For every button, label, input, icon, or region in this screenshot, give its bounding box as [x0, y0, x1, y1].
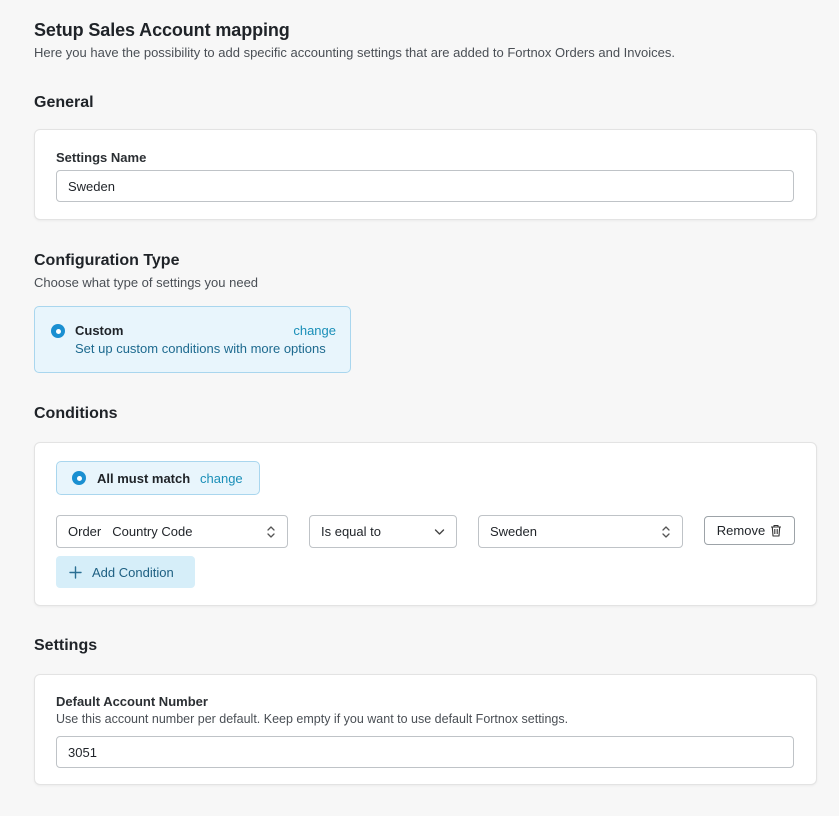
condition-operator-value: Is equal to	[321, 524, 381, 539]
match-mode-option[interactable]: All must match change	[56, 461, 260, 495]
plus-icon	[69, 565, 82, 579]
remove-condition-label: Remove	[716, 523, 766, 538]
settings-name-label: Settings Name	[56, 150, 147, 165]
condition-value: Sweden	[490, 524, 537, 539]
condition-source-prefix: Order	[68, 524, 102, 539]
configuration-section-title: Configuration Type	[34, 252, 180, 269]
page-subtitle: Here you have the possibility to add spe…	[34, 45, 675, 60]
chevron-up-down-icon	[267, 525, 275, 538]
configuration-option-description: Set up custom conditions with more optio…	[75, 341, 326, 356]
trash-icon	[771, 524, 782, 537]
conditions-section-title: Conditions	[34, 405, 118, 422]
add-condition-label: Add Condition	[92, 564, 174, 580]
general-card: Settings Name	[34, 129, 817, 220]
configuration-change-link[interactable]: change	[293, 323, 336, 338]
chevron-up-down-icon	[662, 525, 670, 538]
configuration-section-subtitle: Choose what type of settings you need	[34, 275, 259, 290]
general-section-title: General	[34, 94, 94, 111]
settings-card: Default Account Number Use this account …	[34, 674, 817, 785]
radio-selected-icon[interactable]	[72, 471, 86, 485]
configuration-option-title: Custom	[75, 323, 124, 338]
radio-selected-icon[interactable]	[51, 324, 65, 338]
condition-source-field: Country Code	[112, 524, 193, 539]
default-account-input[interactable]	[56, 736, 794, 768]
conditions-card: All must match change Order Country Code…	[34, 442, 817, 606]
condition-value-select[interactable]: Sweden	[478, 515, 683, 548]
condition-source-select[interactable]: Order Country Code	[56, 515, 288, 548]
add-condition-button[interactable]: Add Condition	[56, 556, 195, 588]
page-title: Setup Sales Account mapping	[34, 20, 290, 40]
settings-name-input[interactable]	[56, 170, 794, 202]
match-mode-change-link[interactable]: change	[200, 471, 243, 486]
match-mode-label: All must match	[97, 471, 191, 486]
configuration-type-option[interactable]: Custom change Set up custom conditions w…	[34, 306, 351, 373]
chevron-down-icon	[434, 528, 445, 535]
default-account-help: Use this account number per default. Kee…	[56, 712, 569, 726]
default-account-label: Default Account Number	[56, 694, 208, 709]
condition-operator-select[interactable]: Is equal to	[309, 515, 457, 548]
settings-section-title: Settings	[34, 637, 98, 654]
remove-condition-button[interactable]: Remove	[704, 516, 795, 545]
